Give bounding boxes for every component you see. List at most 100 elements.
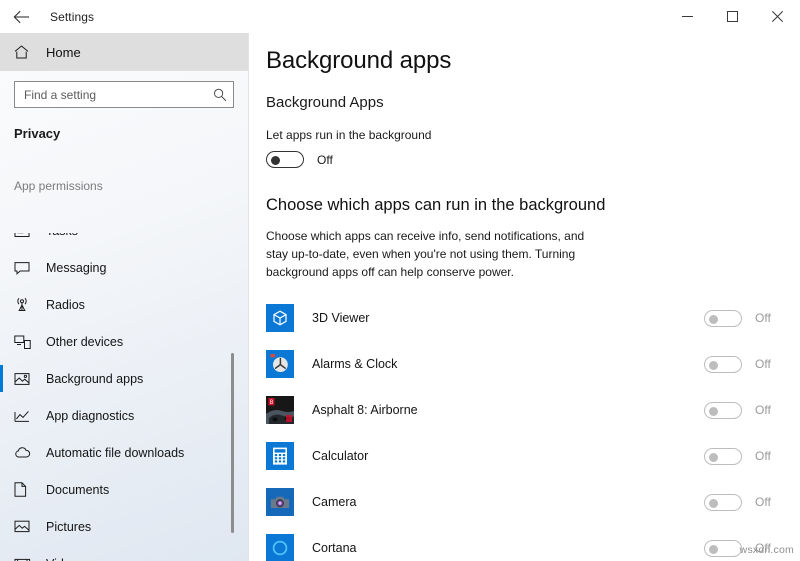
master-toggle-switch[interactable] (266, 151, 304, 168)
app-name: Alarms & Clock (312, 357, 704, 371)
sidebar-item-videos[interactable]: Videos (0, 545, 249, 561)
sidebar-item-label: Documents (46, 483, 109, 497)
app-toggle-switch[interactable] (704, 356, 742, 373)
app-toggle-switch[interactable] (704, 310, 742, 327)
app-toggle-state: Off (755, 449, 771, 463)
selection-indicator (0, 365, 3, 392)
document-icon (14, 481, 36, 499)
app-toggle-switch[interactable] (704, 448, 742, 465)
video-icon (14, 555, 36, 561)
app-toggle-wrap: Off (704, 402, 800, 419)
master-toggle-state: Off (317, 153, 333, 167)
message-icon (14, 259, 36, 277)
master-toggle-row: Off (250, 142, 800, 168)
sidebar-item-label: Tasks (46, 233, 78, 238)
sidebar-nav-list: Tasks Messaging (0, 233, 249, 561)
toggle-knob (709, 407, 718, 416)
app-toggle-wrap: Off (704, 494, 800, 511)
sidebar-item-label: Automatic file downloads (46, 446, 184, 460)
cortana-icon (266, 534, 294, 561)
app-row: Camera Off (250, 479, 800, 525)
toggle-knob (709, 315, 718, 324)
toggle-knob (709, 545, 718, 554)
watermark: wsxdn.com (740, 544, 794, 556)
app-row: Cortana Off (250, 525, 800, 561)
home-label: Home (46, 45, 81, 60)
sidebar: Home Privacy App permissions (0, 33, 249, 561)
search-input[interactable] (24, 88, 213, 102)
radio-tower-icon (14, 296, 36, 314)
app-toggle-state: Off (755, 495, 771, 509)
background-apps-icon (14, 370, 36, 388)
toggle-knob (271, 156, 280, 165)
app-name: 3D Viewer (312, 311, 704, 325)
toggle-knob (709, 499, 718, 508)
sidebar-item-label: Pictures (46, 520, 91, 534)
app-toggle-state: Off (755, 311, 771, 325)
cloud-download-icon (14, 444, 36, 462)
toggle-knob (709, 453, 718, 462)
3d-viewer-icon (266, 304, 294, 332)
sidebar-item-label: Radios (46, 298, 85, 312)
sidebar-item-app-diagnostics[interactable]: App diagnostics (0, 397, 249, 434)
sidebar-item-label: Background apps (46, 372, 143, 386)
app-name: Asphalt 8: Airborne (312, 403, 704, 417)
sidebar-item-label: App diagnostics (46, 409, 134, 423)
diagnostics-icon (14, 407, 36, 425)
sidebar-item-tasks[interactable]: Tasks (0, 233, 249, 249)
title-bar: Settings (0, 0, 800, 33)
settings-window: Settings Home (0, 0, 800, 561)
app-toggle-state: Off (755, 357, 771, 371)
sidebar-item-pictures[interactable]: Pictures (0, 508, 249, 545)
pictures-icon (14, 518, 36, 536)
close-icon[interactable] (755, 0, 800, 33)
choose-section-title: Choose which apps can run in the backgro… (250, 168, 800, 215)
app-name: Calculator (312, 449, 704, 463)
app-name: Camera (312, 495, 704, 509)
window-title: Settings (50, 10, 94, 24)
sidebar-item-messaging[interactable]: Messaging (0, 249, 249, 286)
sidebar-item-radios[interactable]: Radios (0, 286, 249, 323)
asphalt-8-icon: 8 (266, 396, 294, 424)
back-arrow-icon[interactable] (0, 0, 42, 33)
sidebar-item-label: Messaging (46, 261, 106, 275)
page-title: Background apps (250, 33, 800, 75)
app-row: Calculator Off (250, 433, 800, 479)
sidebar-category-title: Privacy (0, 108, 248, 141)
app-row: Alarms & Clock Off (250, 341, 800, 387)
app-toggle-switch[interactable] (704, 494, 742, 511)
choose-section-description: Choose which apps can receive info, send… (250, 215, 622, 281)
minimize-icon[interactable] (665, 0, 710, 33)
app-toggle-state: Off (755, 403, 771, 417)
home-icon (14, 45, 38, 59)
app-toggle-switch[interactable] (704, 402, 742, 419)
camera-icon (266, 488, 294, 516)
sidebar-item-automatic-file-downloads[interactable]: Automatic file downloads (0, 434, 249, 471)
sidebar-item-home[interactable]: Home (0, 33, 248, 71)
sidebar-item-background-apps[interactable]: Background apps (0, 360, 249, 397)
app-name: Cortana (312, 541, 704, 555)
search-container (0, 71, 248, 108)
app-row: 3D Viewer Off (250, 295, 800, 341)
maximize-icon[interactable] (710, 0, 755, 33)
app-list: 3D Viewer Off Alarms & (250, 281, 800, 561)
tasks-icon (14, 233, 36, 240)
sidebar-item-label: Other devices (46, 335, 123, 349)
sidebar-group-title: App permissions (0, 141, 248, 193)
app-toggle-switch[interactable] (704, 540, 742, 557)
app-toggle-wrap: Off (704, 310, 800, 327)
sidebar-item-documents[interactable]: Documents (0, 471, 249, 508)
devices-icon (14, 333, 36, 351)
app-row: 8 Asphalt 8: Airborne Off (250, 387, 800, 433)
main-content: Background apps Background Apps Let apps… (250, 33, 800, 561)
section-title: Background Apps (250, 75, 800, 111)
search-box[interactable] (14, 81, 234, 108)
calculator-icon (266, 442, 294, 470)
search-icon[interactable] (213, 88, 227, 102)
toggle-knob (709, 361, 718, 370)
app-toggle-wrap: Off (704, 356, 800, 373)
app-toggle-wrap: Off (704, 448, 800, 465)
sidebar-item-other-devices[interactable]: Other devices (0, 323, 249, 360)
alarms-clock-icon (266, 350, 294, 378)
sidebar-scrollbar-thumb[interactable] (231, 353, 234, 533)
